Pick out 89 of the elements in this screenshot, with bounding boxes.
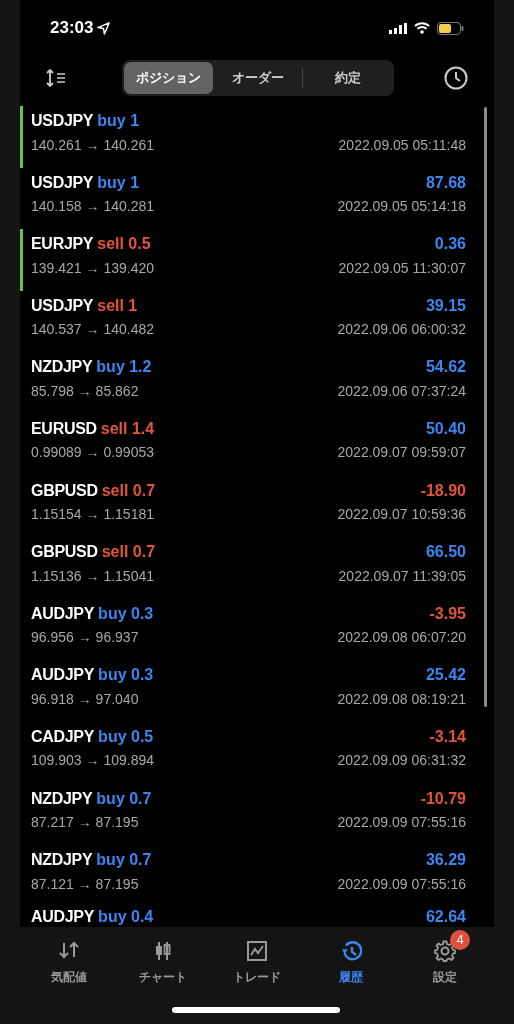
price-text: 140.158 → 140.281	[31, 197, 154, 217]
tab-bar-item[interactable]: トレード	[210, 930, 304, 986]
price-text: 140.261 → 140.261	[31, 135, 154, 155]
symbol-text: AUDJPY	[31, 906, 95, 927]
trade-row[interactable]: NZDJPY buy 0.7 36.29 87.121 → 87.195 2022.09.09 07:55:16	[20, 845, 494, 907]
time-text: 2022.09.06 07:37:24	[337, 381, 466, 401]
profit-text: -3.95	[429, 603, 466, 624]
order-type-text: buy 1	[97, 111, 140, 131]
time-text: 2022.09.07 11:39:05	[338, 566, 466, 586]
order-type-text: buy 0.5	[98, 726, 154, 747]
symbol-text: GBPUSD	[31, 480, 98, 501]
profit-text: 87.68	[425, 172, 466, 193]
symbol-text: USDJPY	[31, 111, 94, 131]
battery-icon	[437, 21, 464, 35]
order-type-text: buy 0.7	[96, 788, 152, 809]
segment-tab[interactable]: 約定	[303, 62, 392, 94]
order-type-text: sell 0.7	[101, 542, 156, 563]
profit-text: -18.90	[420, 480, 466, 501]
order-type-text: buy 0.7	[96, 850, 152, 871]
profit-text: 36.29	[425, 850, 466, 871]
tab-bar-item[interactable]: 履歴	[304, 930, 398, 986]
profit-text: -10.79	[420, 788, 466, 809]
price-text: 139.421 → 139.420	[31, 258, 154, 278]
time-text: 2022.09.08 06:07:20	[337, 628, 466, 648]
symbol-text: CADJPY	[31, 726, 95, 747]
symbol-text: USDJPY	[31, 295, 94, 316]
tab-bar-item[interactable]: 4 設定	[398, 930, 492, 986]
sort-icon[interactable]	[46, 69, 66, 87]
time-text: 2022.09.08 08:19:21	[337, 689, 466, 709]
profit-text: 54.62	[425, 357, 466, 378]
symbol-text: EURJPY	[31, 234, 94, 255]
time-text: 2022.09.05 11:30:07	[338, 258, 466, 278]
symbol-text: AUDJPY	[31, 603, 95, 624]
symbol-text: GBPUSD	[31, 542, 98, 563]
time-text: 2022.09.06 06:00:32	[337, 320, 466, 340]
order-type-text: sell 0.7	[101, 480, 156, 501]
time-text: 2022.09.05 05:11:48	[338, 135, 466, 155]
price-text: 87.217 → 87.195	[31, 813, 139, 833]
notification-badge: 4	[450, 930, 470, 950]
symbol-text: NZDJPY	[31, 788, 93, 809]
order-type-text: buy 1	[97, 172, 140, 193]
trade-row[interactable]: NZDJPY buy 0.7 -10.79 87.217 → 87.195 2022.09.09 07:55:16	[20, 783, 494, 846]
order-type-text: buy 0.3	[98, 665, 154, 686]
clock-icon[interactable]	[444, 66, 468, 90]
tab-bar-item[interactable]: チャート	[116, 930, 210, 986]
order-type-text: buy 0.3	[98, 603, 154, 624]
profit-text: 25.42	[425, 665, 466, 686]
symbol-text: USDJPY	[31, 172, 94, 193]
time-text: 2022.09.09 06:31:32	[337, 751, 466, 771]
order-type-text: sell 1	[97, 295, 138, 316]
time-text: 2022.09.09 07:55:16	[337, 813, 466, 833]
symbol-text: AUDJPY	[31, 665, 95, 686]
profit-text: 0.36	[434, 234, 466, 255]
symbol-text: NZDJPY	[31, 357, 93, 378]
wifi-icon	[414, 22, 430, 34]
price-text: 1.15136 → 1.15041	[31, 566, 154, 586]
order-type-text: sell 1.4	[100, 418, 155, 439]
segment-tab[interactable]: ポジション	[124, 62, 213, 94]
time-text: 2022.09.09 07:55:16	[337, 874, 466, 894]
signal-icon	[389, 22, 407, 34]
settings-icon	[434, 940, 456, 962]
time-text: 2022.09.05 05:14:18	[337, 197, 466, 217]
price-text: 1.15154 → 1.15181	[31, 505, 154, 525]
profit-text: 66.50	[425, 542, 466, 563]
profit-text: 39.15	[425, 295, 466, 316]
symbol-text: EURUSD	[31, 418, 97, 439]
order-type-text: buy 1.2	[96, 357, 152, 378]
price-text: 96.956 → 96.937	[31, 628, 139, 648]
profit-text: 62.64	[425, 906, 466, 927]
profit-text: 50.40	[425, 418, 466, 439]
line-chart-icon	[246, 940, 268, 962]
time-text: 2022.09.07 09:59:07	[337, 443, 466, 463]
segment-tab[interactable]: オーダー	[213, 62, 302, 94]
price-text: 0.99089 → 0.99053	[31, 443, 154, 463]
price-text: 109.903 → 109.894	[31, 751, 154, 771]
price-text: 85.798 → 85.862	[31, 381, 139, 401]
tab-bar-item[interactable]: 気配値	[22, 930, 116, 986]
price-text: 96.918 → 97.040	[31, 689, 139, 709]
profit-text: -3.14	[429, 726, 466, 747]
price-text: 140.537 → 140.482	[31, 320, 154, 340]
location-arrow-icon	[97, 21, 111, 35]
price-text: 87.121 → 87.195	[31, 874, 139, 894]
order-type-text: sell 0.5	[97, 234, 151, 255]
time-text: 2022.09.07 10:59:36	[337, 505, 466, 525]
status-time: 23:03	[50, 17, 94, 40]
order-type-text: buy 0.4	[98, 906, 154, 927]
trade-row[interactable]: CADJPY buy 0.5 -3.14 109.903 → 109.894 2022.09.09 06:31:32	[20, 721, 494, 784]
history-icon	[340, 940, 362, 962]
symbol-text: NZDJPY	[31, 850, 93, 871]
